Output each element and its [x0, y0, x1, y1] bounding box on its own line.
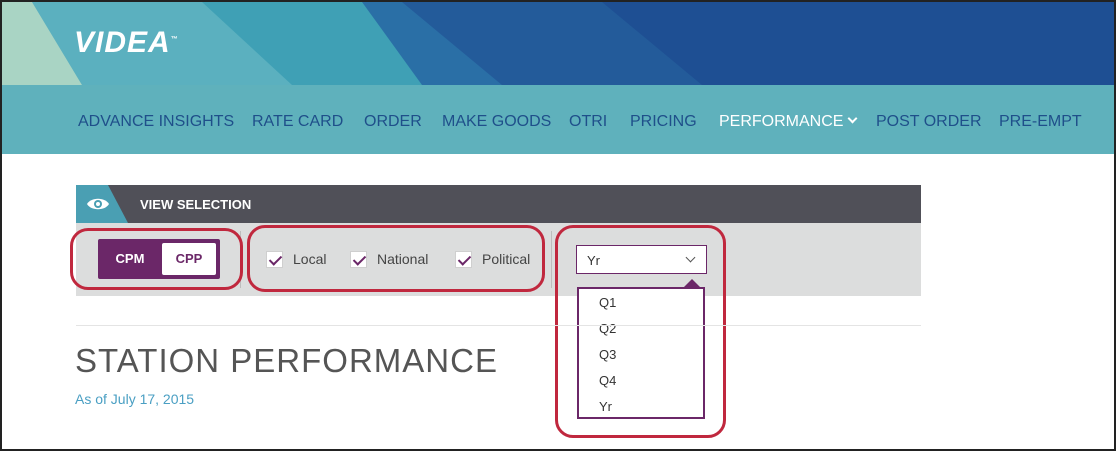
as-of-date: As of July 17, 2015: [75, 391, 195, 407]
highlight-metric-toggle: [70, 228, 243, 290]
nav-performance[interactable]: PERFORMANCE: [719, 113, 858, 131]
highlight-period-select: [555, 225, 726, 438]
nav-order[interactable]: ORDER: [364, 113, 422, 131]
nav-performance-label: PERFORMANCE: [719, 113, 844, 130]
nav-advance-insights[interactable]: ADVANCE INSIGHTS: [78, 113, 234, 131]
nav-rate-card[interactable]: RATE CARD: [252, 113, 343, 131]
eye-icon: [87, 198, 109, 210]
nav-make-goods[interactable]: MAKE GOODS: [442, 113, 551, 131]
page-title: STATION PERFORMANCE: [75, 342, 498, 379]
app-window: VIDEA™ ADVANCE INSIGHTS RATE CARD ORDER …: [0, 0, 1116, 451]
nav-pre-empt[interactable]: PRE-EMPT: [999, 113, 1082, 131]
view-selection-title: VIEW SELECTION: [140, 197, 252, 212]
videa-logo[interactable]: VIDEA™: [74, 26, 178, 60]
highlight-filters: [247, 225, 545, 292]
divider: [551, 231, 552, 288]
nav-pricing[interactable]: PRICING: [630, 113, 697, 131]
view-selection-header: VIEW SELECTION: [76, 185, 921, 223]
nav-otri[interactable]: OTRI: [569, 113, 607, 131]
chevron-down-icon: [848, 113, 858, 124]
nav-post-order[interactable]: POST ORDER: [876, 113, 982, 131]
header-banner: VIDEA™: [2, 2, 1114, 85]
main-nav: ADVANCE INSIGHTS RATE CARD ORDER MAKE GO…: [2, 85, 1114, 154]
divider: [76, 325, 921, 326]
